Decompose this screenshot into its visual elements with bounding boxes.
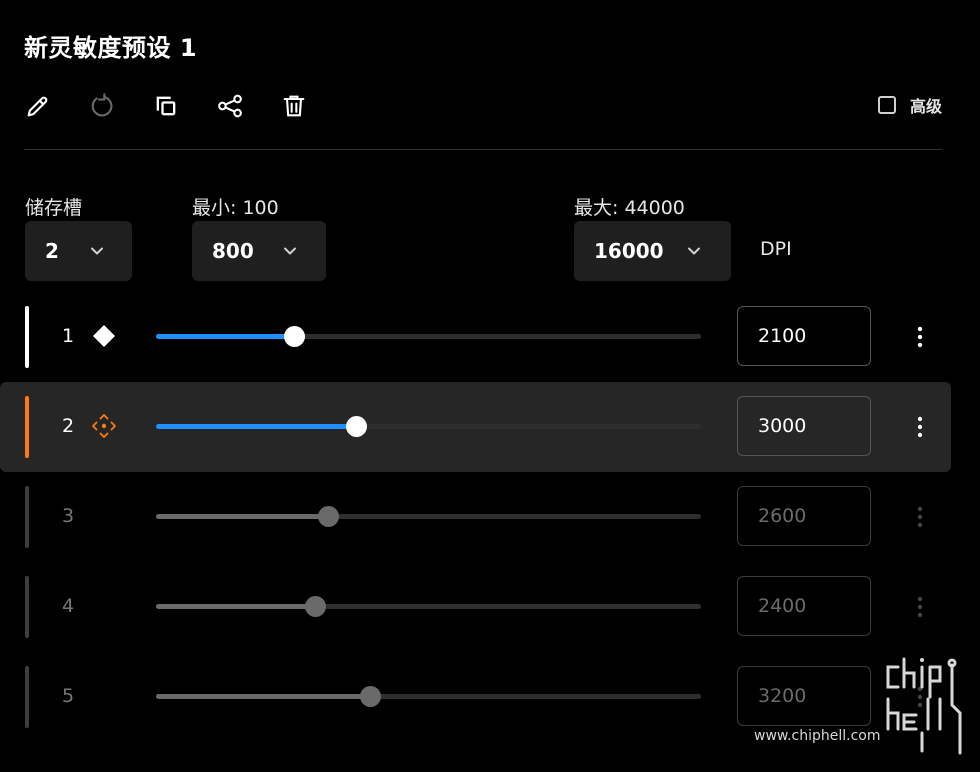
trash-icon [283, 95, 305, 117]
advanced-toggle[interactable]: 高级 [877, 93, 942, 117]
dpi-unit-label: DPI [760, 238, 792, 260]
dpi-slider-fill [156, 694, 370, 699]
level-indicator-bar [25, 306, 29, 368]
level-number: 1 [62, 325, 75, 347]
dpi-slider-track[interactable] [156, 596, 701, 617]
share-icon [218, 94, 242, 118]
dpi-level-row[interactable]: 2 [0, 382, 951, 472]
dpi-value-input[interactable] [737, 666, 871, 726]
dpi-level-row[interactable]: 3 [0, 472, 951, 562]
dpi-value-input[interactable] [737, 576, 871, 636]
chevron-down-icon [688, 247, 700, 255]
dpi-value-input[interactable] [737, 486, 871, 546]
chiphell-logo [886, 657, 962, 755]
more-vertical-icon [917, 326, 923, 348]
copy-button[interactable] [150, 90, 182, 122]
dpi-value-input[interactable] [737, 396, 871, 456]
edit-button[interactable] [22, 90, 54, 122]
more-vertical-icon [917, 506, 923, 528]
level-number: 2 [62, 415, 75, 437]
share-button[interactable] [214, 90, 246, 122]
dpi-slider-fill [156, 604, 315, 609]
dpi-slider-fill [156, 334, 294, 339]
diamond-icon [93, 325, 115, 347]
level-indicator-bar [25, 486, 29, 548]
level-indicator-bar [25, 666, 29, 728]
pencil-icon [27, 96, 48, 117]
reset-icon [91, 93, 113, 117]
min-value: 800 [212, 239, 254, 263]
slot-value: 2 [45, 239, 59, 263]
reset-button[interactable] [86, 90, 118, 122]
dpi-slider-track[interactable] [156, 326, 701, 347]
slot-label: 储存槽 [25, 197, 83, 219]
more-options-button[interactable] [908, 500, 932, 534]
chevron-down-icon [91, 247, 103, 255]
dpi-slider-track[interactable] [156, 686, 701, 707]
advanced-label: 高级 [909, 97, 942, 116]
copy-icon [156, 96, 176, 116]
dpi-level-row[interactable]: 1 [0, 292, 951, 382]
watermark-text: www.chiphell.com [754, 728, 881, 744]
more-vertical-icon [917, 416, 923, 438]
dpi-slider-track[interactable] [156, 506, 701, 527]
dpi-slider-fill [156, 424, 356, 429]
page-title: 新灵敏度预设 1 [24, 34, 198, 62]
more-options-button[interactable] [908, 590, 932, 624]
dpi-slider-thumb[interactable] [284, 326, 305, 347]
dpi-slider-thumb[interactable] [346, 416, 367, 437]
more-options-button[interactable] [908, 410, 932, 444]
slot-dropdown[interactable]: 2 [25, 221, 132, 281]
advanced-checkbox[interactable] [877, 96, 896, 114]
level-number: 3 [62, 505, 75, 527]
level-indicator-bar [25, 576, 29, 638]
max-dropdown[interactable]: 16000 [574, 221, 731, 281]
chevron-down-icon [284, 247, 296, 255]
dpi-slider-thumb[interactable] [360, 686, 381, 707]
level-number: 5 [62, 685, 75, 707]
dpi-slider-fill [156, 514, 328, 519]
divider [24, 149, 942, 150]
dpi-level-row[interactable]: 4 [0, 562, 951, 652]
min-label: 最小: 100 [192, 197, 279, 219]
max-value: 16000 [594, 239, 664, 263]
dpi-slider-track[interactable] [156, 416, 701, 437]
dpi-slider-thumb[interactable] [305, 596, 326, 617]
max-label: 最大: 44000 [574, 197, 685, 219]
min-dropdown[interactable]: 800 [192, 221, 326, 281]
more-vertical-icon [917, 596, 923, 618]
more-options-button[interactable] [908, 320, 932, 354]
delete-button[interactable] [278, 90, 310, 122]
move-icon [92, 414, 116, 438]
level-number: 4 [62, 595, 75, 617]
dpi-slider-thumb[interactable] [318, 506, 339, 527]
dpi-value-input[interactable] [737, 306, 871, 366]
level-indicator-bar [25, 396, 29, 458]
